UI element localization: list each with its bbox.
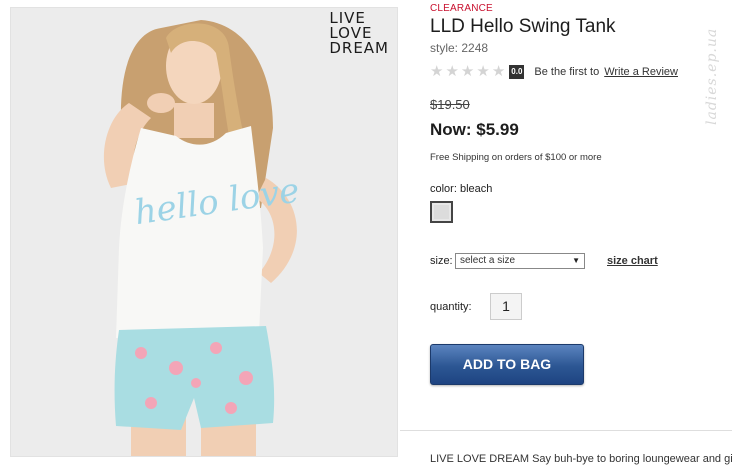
quantity-label: quantity: <box>430 301 472 313</box>
size-select[interactable]: select a size ▼ <box>455 253 585 269</box>
rating-row: ★ ★ ★ ★ ★ 0.0 Be the first to Write a Re… <box>430 64 678 80</box>
size-select-value: select a size <box>460 255 516 266</box>
swatch-fill <box>434 205 449 219</box>
model-illustration: hello love <box>11 8 397 456</box>
divider <box>400 430 732 431</box>
star-icon: ★ <box>430 63 444 80</box>
product-title: LLD Hello Swing Tank <box>430 16 616 37</box>
sale-price: Now: $5.99 <box>430 120 519 139</box>
brand-line: DREAM <box>329 39 389 57</box>
star-icon: ★ <box>491 63 506 80</box>
rating-score: 0.0 <box>509 65 525 79</box>
product-image[interactable]: hello love LIVE LOVE DREAM <box>10 7 398 457</box>
watermark: ladies.ep.ua <box>704 27 720 125</box>
review-prompt: Be the first to <box>534 66 600 78</box>
clearance-badge: CLEARANCE <box>430 3 493 14</box>
dropdown-arrow-icon: ▼ <box>572 256 580 265</box>
star-icon: ★ <box>445 63 459 80</box>
star-icon: ★ <box>476 63 490 80</box>
product-description: LIVE LOVE DREAM Say buh-bye to boring lo… <box>430 453 732 465</box>
shipping-note: Free Shipping on orders of $100 or more <box>430 152 602 163</box>
original-price: $19.50 <box>430 97 470 112</box>
style-number: style: 2248 <box>430 41 489 55</box>
star-icon: ★ <box>460 63 475 80</box>
brand-logo: LIVE LOVE DREAM <box>329 11 389 56</box>
size-label: size: <box>430 255 453 267</box>
size-chart-link[interactable]: size chart <box>607 255 658 267</box>
quantity-input[interactable]: 1 <box>490 293 522 320</box>
color-label: color: bleach <box>430 183 493 195</box>
color-swatch-bleach[interactable] <box>430 201 453 223</box>
write-review-link[interactable]: Write a Review <box>604 66 678 78</box>
add-to-bag-button[interactable]: ADD TO BAG <box>430 344 584 385</box>
